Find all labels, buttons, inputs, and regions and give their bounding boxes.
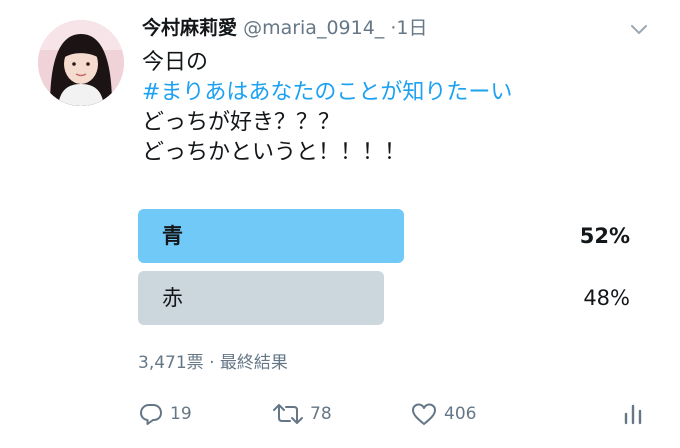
retweet-button[interactable]: 78 bbox=[272, 400, 332, 428]
timestamp[interactable]: 1日 bbox=[396, 17, 427, 39]
tweet-line: 今日の bbox=[142, 50, 209, 75]
hashtag-link[interactable]: #まりあはあなたのことが知りたーい bbox=[142, 78, 662, 108]
like-button[interactable]: 406 bbox=[410, 400, 476, 428]
avatar-image bbox=[38, 20, 124, 106]
like-icon bbox=[412, 403, 436, 425]
chevron-down-icon[interactable] bbox=[630, 24, 648, 36]
tweet-text: 今日の #まりあはあなたのことが知りたーい どっちが好き？？？ どっちかというと… bbox=[142, 48, 662, 168]
poll-option-percent: 48% bbox=[583, 286, 630, 310]
poll-option-label: 青 bbox=[162, 224, 183, 248]
poll-option-label: 赤 bbox=[162, 286, 183, 310]
avatar[interactable] bbox=[38, 20, 124, 106]
tweet-line: どっちが好き？？？ bbox=[142, 110, 341, 135]
author-name[interactable]: 今村麻莉愛 bbox=[142, 17, 237, 39]
reply-icon bbox=[140, 404, 162, 425]
poll-option-percent: 52% bbox=[579, 224, 630, 248]
retweet-icon bbox=[273, 404, 303, 424]
poll-meta: 3,471票 · 最終結果 bbox=[138, 353, 288, 373]
like-count: 406 bbox=[444, 404, 477, 424]
reply-button[interactable]: 19 bbox=[138, 400, 192, 428]
reply-count: 19 bbox=[170, 404, 192, 424]
retweet-count: 78 bbox=[310, 404, 332, 424]
analytics-icon bbox=[624, 404, 642, 425]
tweet-line: どっちかというと！！！！ bbox=[142, 140, 407, 165]
tweet-header: 今村麻莉愛 @maria_0914_ ·1日 bbox=[142, 14, 428, 42]
analytics-button[interactable] bbox=[623, 400, 649, 428]
author-handle[interactable]: @maria_0914_ bbox=[243, 17, 384, 39]
